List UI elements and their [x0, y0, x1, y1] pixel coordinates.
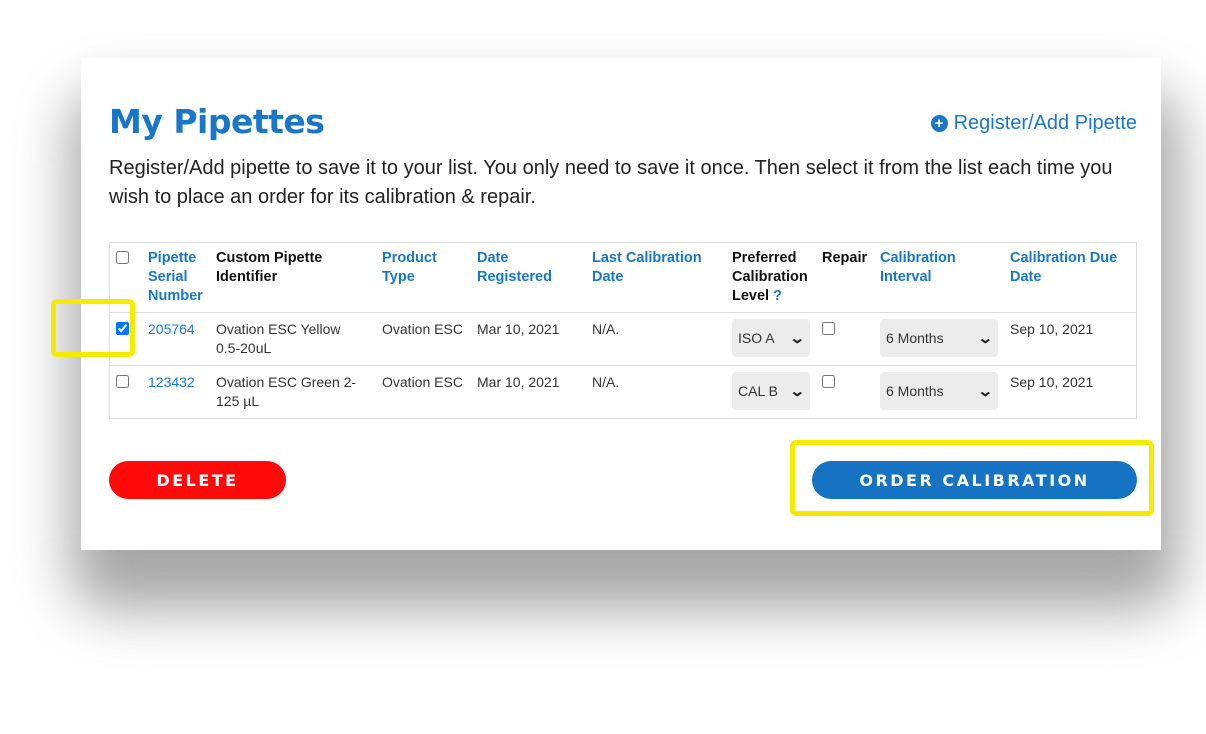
header-calibration-interval[interactable]: Calibration Interval: [874, 243, 1004, 313]
register-link-label: Register/Add Pipette: [953, 112, 1137, 134]
header-date-registered[interactable]: Date Registered: [471, 243, 586, 313]
calibration-level-cell: ISO A ⌄: [726, 312, 816, 366]
header-calibration-due-date[interactable]: Calibration Due Date: [1004, 243, 1137, 313]
custom-identifier-cell: Ovation ESC Yellow 0.5-20uL: [210, 312, 376, 366]
repair-checkbox[interactable]: [822, 375, 835, 388]
chevron-down-icon: ⌄: [977, 329, 994, 347]
calibration-interval-cell: 6 Months ⌄: [874, 365, 1004, 419]
delete-button[interactable]: DELETE: [109, 461, 286, 499]
repair-cell: [816, 312, 874, 366]
product-type-cell: Ovation ESC: [376, 312, 471, 366]
header-last-calibration-date[interactable]: Last Calibration Date: [586, 243, 726, 313]
table-row: 123432 Ovation ESC Green 2- 125 µL Ovati…: [109, 365, 1137, 419]
register-add-pipette-link[interactable]: + Register/Add Pipette: [930, 112, 1137, 135]
header-serial: Pipette Serial Number: [148, 250, 203, 304]
last-calibration-cell: N/A.: [586, 365, 726, 419]
calibration-level-value: ISO A: [738, 329, 775, 346]
custom-identifier-cell: Ovation ESC Green 2- 125 µL: [210, 365, 376, 419]
row-select-cell: [109, 365, 142, 419]
table-row: 205764 Ovation ESC Yellow 0.5-20uL Ovati…: [109, 312, 1137, 366]
header-product-type[interactable]: Product Type: [376, 243, 471, 313]
chevron-down-icon: ⌄: [789, 329, 806, 347]
repair-checkbox[interactable]: [822, 322, 835, 335]
intro-text: Register/Add pipette to save it to your …: [109, 157, 1113, 208]
repair-cell: [816, 365, 874, 419]
chevron-down-icon: ⌄: [789, 382, 806, 400]
calibration-due-cell: Sep 10, 2021: [1004, 312, 1137, 366]
header-repair: Repair: [822, 250, 868, 266]
product-type-cell: Ovation ESC: [376, 365, 471, 419]
table-header-row: Pipette Serial Number Custom Pipette Ide…: [110, 243, 1137, 313]
calibration-level-cell: CAL B ⌄: [726, 365, 816, 419]
selected-row-highlight: [51, 299, 135, 357]
serial-cell: 205764: [142, 312, 210, 366]
order-button-highlight: [790, 440, 1154, 516]
calibration-interval-value: 6 Months: [886, 382, 944, 399]
pipettes-table: Pipette Serial Number Custom Pipette Ide…: [109, 242, 1137, 419]
date-registered-cell: Mar 10, 2021: [471, 312, 586, 366]
row-select-checkbox[interactable]: [116, 375, 129, 388]
calibration-due-cell: Sep 10, 2021: [1004, 365, 1137, 419]
header-preferred-level: Preferred Calibration Level ?: [732, 250, 808, 304]
chevron-down-icon: ⌄: [977, 382, 994, 400]
serial-cell: 123432: [142, 365, 210, 419]
calibration-interval-value: 6 Months: [886, 329, 944, 346]
header-custom-identifier: Custom Pipette Identifier: [216, 250, 323, 285]
calibration-level-select[interactable]: ISO A ⌄: [732, 319, 810, 357]
calibration-level-value: CAL B: [738, 382, 778, 399]
calibration-interval-cell: 6 Months ⌄: [874, 312, 1004, 366]
calibration-interval-select[interactable]: 6 Months ⌄: [880, 319, 998, 357]
last-calibration-cell: N/A.: [586, 312, 726, 366]
plus-circle-icon: +: [930, 115, 948, 132]
serial-number-link[interactable]: 123432: [148, 374, 195, 390]
calibration-interval-select[interactable]: 6 Months ⌄: [880, 372, 998, 410]
calibration-level-select[interactable]: CAL B ⌄: [732, 372, 810, 410]
date-registered-cell: Mar 10, 2021: [471, 365, 586, 419]
select-all-checkbox[interactable]: [116, 251, 129, 264]
serial-number-link[interactable]: 205764: [148, 321, 195, 337]
help-icon[interactable]: ?: [773, 288, 782, 304]
page-title: My Pipettes: [109, 102, 325, 141]
